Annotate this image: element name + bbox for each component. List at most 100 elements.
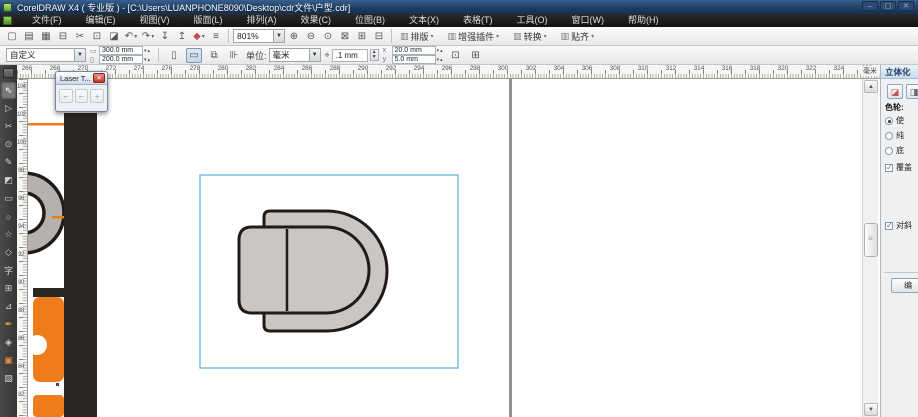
page-height-field[interactable]: ▯ 200.0 mm ▾▴	[90, 56, 151, 64]
chevron-down-icon[interactable]: ▾	[151, 33, 154, 40]
laser-tools-window[interactable]: Laser T... ✕ ⌐⌐+	[55, 71, 108, 112]
chair-seat[interactable]	[239, 227, 369, 313]
zoom-in-button[interactable]: ⊕	[286, 29, 302, 44]
menu-effects[interactable]: 效果(C)	[289, 14, 344, 27]
chevron-down-icon[interactable]: ▼	[74, 49, 85, 61]
rectangle-tool[interactable]: ▭	[1, 190, 16, 207]
menu-window[interactable]: 窗口(W)	[560, 14, 617, 27]
spinner[interactable]: ▾▴	[437, 57, 444, 63]
page-preset-combo[interactable]: 自定义▼	[6, 48, 86, 62]
snap-options-button[interactable]: ⊞	[468, 48, 484, 63]
eyedropper-tool[interactable]: ✒	[1, 316, 16, 333]
interactive-fill-tool[interactable]: ▨	[1, 370, 16, 387]
wall-accent-tick[interactable]	[52, 216, 64, 219]
import-button[interactable]: ↧	[157, 29, 173, 44]
minimize-button[interactable]: –	[862, 1, 878, 11]
laser-corner-b-button[interactable]: ⌐	[75, 89, 89, 103]
ellipse-tool[interactable]: ○	[1, 208, 16, 225]
typesetting-button[interactable]: ▥ 排版 ▾	[396, 28, 438, 44]
vertical-ruler[interactable]: 104102100989694929088868482	[17, 79, 28, 417]
spinner[interactable]: ▾▴	[144, 48, 151, 54]
text-tool[interactable]: 字	[1, 262, 16, 279]
laser-cross-button[interactable]: +	[90, 89, 104, 103]
facing-pages-icon[interactable]: ⊪	[226, 48, 242, 63]
use-color-shading-radio[interactable]: 底	[885, 145, 904, 156]
horizontal-ruler[interactable]: 2662682702722742762782802822842862882902…	[17, 65, 880, 79]
crop-tool[interactable]: ✂	[1, 118, 16, 135]
vertical-scrollbar[interactable]: ▲ ▼	[862, 79, 878, 417]
page-width-field[interactable]: ▭ 300.0 mm ▾▴	[90, 47, 151, 55]
menu-file[interactable]: 文件(F)	[20, 14, 74, 27]
toolbox-grip[interactable]	[3, 68, 14, 78]
extrude-color-tab-button[interactable]: ◪	[887, 84, 903, 99]
menu-help[interactable]: 帮助(H)	[616, 14, 671, 27]
door-arc-symbol[interactable]	[28, 173, 64, 253]
new-document-button[interactable]: ▢	[4, 29, 20, 44]
spinner[interactable]: ▲▼	[370, 49, 379, 61]
convert-button[interactable]: ▥ 转换 ▾	[509, 28, 551, 44]
bevel-fill-checkbox[interactable]: 对斜	[885, 220, 912, 231]
fill-tool[interactable]: ▣	[1, 352, 16, 369]
pick-tool[interactable]: ⇖	[1, 82, 16, 99]
drawing-canvas[interactable]	[28, 79, 862, 417]
treat-as-filled-button[interactable]: ⊡	[448, 48, 464, 63]
zoom-width-button[interactable]: ⊟	[371, 29, 387, 44]
menu-tools[interactable]: 工具(O)	[505, 14, 560, 27]
export-button[interactable]: ↥	[174, 29, 190, 44]
drape-fills-checkbox[interactable]: 覆盖	[885, 162, 912, 173]
launcher-button[interactable]: ◆▾	[191, 29, 207, 44]
zoom-page-button[interactable]: ⊞	[354, 29, 370, 44]
close-icon[interactable]: ✕	[93, 73, 105, 83]
all-pages-button[interactable]: ⧉	[206, 48, 222, 63]
chevron-down-icon[interactable]: ▼	[309, 49, 320, 61]
zoom-level-combo[interactable]: 801%▼	[233, 29, 285, 43]
wall-segment[interactable]	[64, 113, 97, 417]
snap-button[interactable]: ▥ 贴齐 ▾	[557, 28, 599, 44]
chevron-down-icon[interactable]: ▾	[134, 33, 137, 40]
print-button[interactable]: ⊟	[55, 29, 71, 44]
smart-fill-tool[interactable]: ◩	[1, 172, 16, 189]
outline-tool[interactable]: ◈	[1, 334, 16, 351]
menu-arrange[interactable]: 排列(A)	[235, 14, 289, 27]
menu-layout[interactable]: 版面(L)	[182, 14, 235, 27]
scroll-down-icon[interactable]: ▼	[864, 403, 878, 416]
copy-button[interactable]: ⊡	[89, 29, 105, 44]
zoom-out-button[interactable]: ⊖	[303, 29, 319, 44]
menu-edit[interactable]: 编辑(E)	[74, 14, 128, 27]
nudge-offset-field[interactable]: ⌖ .1 mm ▲▼	[325, 49, 379, 62]
chevron-down-icon[interactable]: ▼	[273, 30, 284, 42]
laser-corner-a-button[interactable]: ⌐	[59, 89, 73, 103]
extrude-bevel-tab-button[interactable]: ◨	[906, 84, 918, 99]
polygon-tool[interactable]: ☆	[1, 226, 16, 243]
orange-furniture-lower[interactable]	[33, 395, 64, 417]
shape-tool[interactable]: ▷	[1, 100, 16, 117]
open-button[interactable]: ▤	[21, 29, 37, 44]
menu-view[interactable]: 视图(V)	[128, 14, 182, 27]
menu-table[interactable]: 表格(T)	[451, 14, 505, 27]
scrollbar-thumb[interactable]	[864, 223, 878, 257]
chevron-down-icon[interactable]: ▾	[202, 33, 205, 40]
menu-text[interactable]: 文本(X)	[397, 14, 451, 27]
laser-window-titlebar[interactable]: Laser T... ✕	[56, 72, 107, 85]
zoom-selected-button[interactable]: ⊙	[320, 29, 336, 44]
plugins-button[interactable]: ▥ 增强插件 ▾	[444, 28, 504, 44]
undo-button[interactable]: ↶▾	[123, 29, 139, 44]
freehand-tool[interactable]: ✎	[1, 154, 16, 171]
duplicate-y-field[interactable]: y 5.0 mm ▾▴	[383, 56, 444, 64]
dimension-tool[interactable]: ⊿	[1, 298, 16, 315]
wall-segment-horizontal[interactable]	[33, 288, 97, 297]
redo-button[interactable]: ↷▾	[140, 29, 156, 44]
wall-accent-line[interactable]	[28, 123, 64, 126]
zoom-all-objects-button[interactable]: ⊠	[337, 29, 353, 44]
edit-button[interactable]: 编	[891, 278, 918, 293]
use-object-fill-radio[interactable]: 使	[885, 115, 904, 126]
duplicate-x-field[interactable]: x 20.0 mm ▾▴	[383, 47, 444, 55]
close-button[interactable]: ✕	[898, 1, 914, 11]
cut-button[interactable]: ✂	[72, 29, 88, 44]
landscape-button[interactable]: ▭	[186, 48, 202, 63]
save-button[interactable]: ▦	[38, 29, 54, 44]
spinner[interactable]: ▾▴	[437, 48, 444, 54]
scroll-up-icon[interactable]: ▲	[864, 80, 878, 93]
portrait-button[interactable]: ▯	[166, 48, 182, 63]
spinner[interactable]: ▾▴	[144, 57, 151, 63]
